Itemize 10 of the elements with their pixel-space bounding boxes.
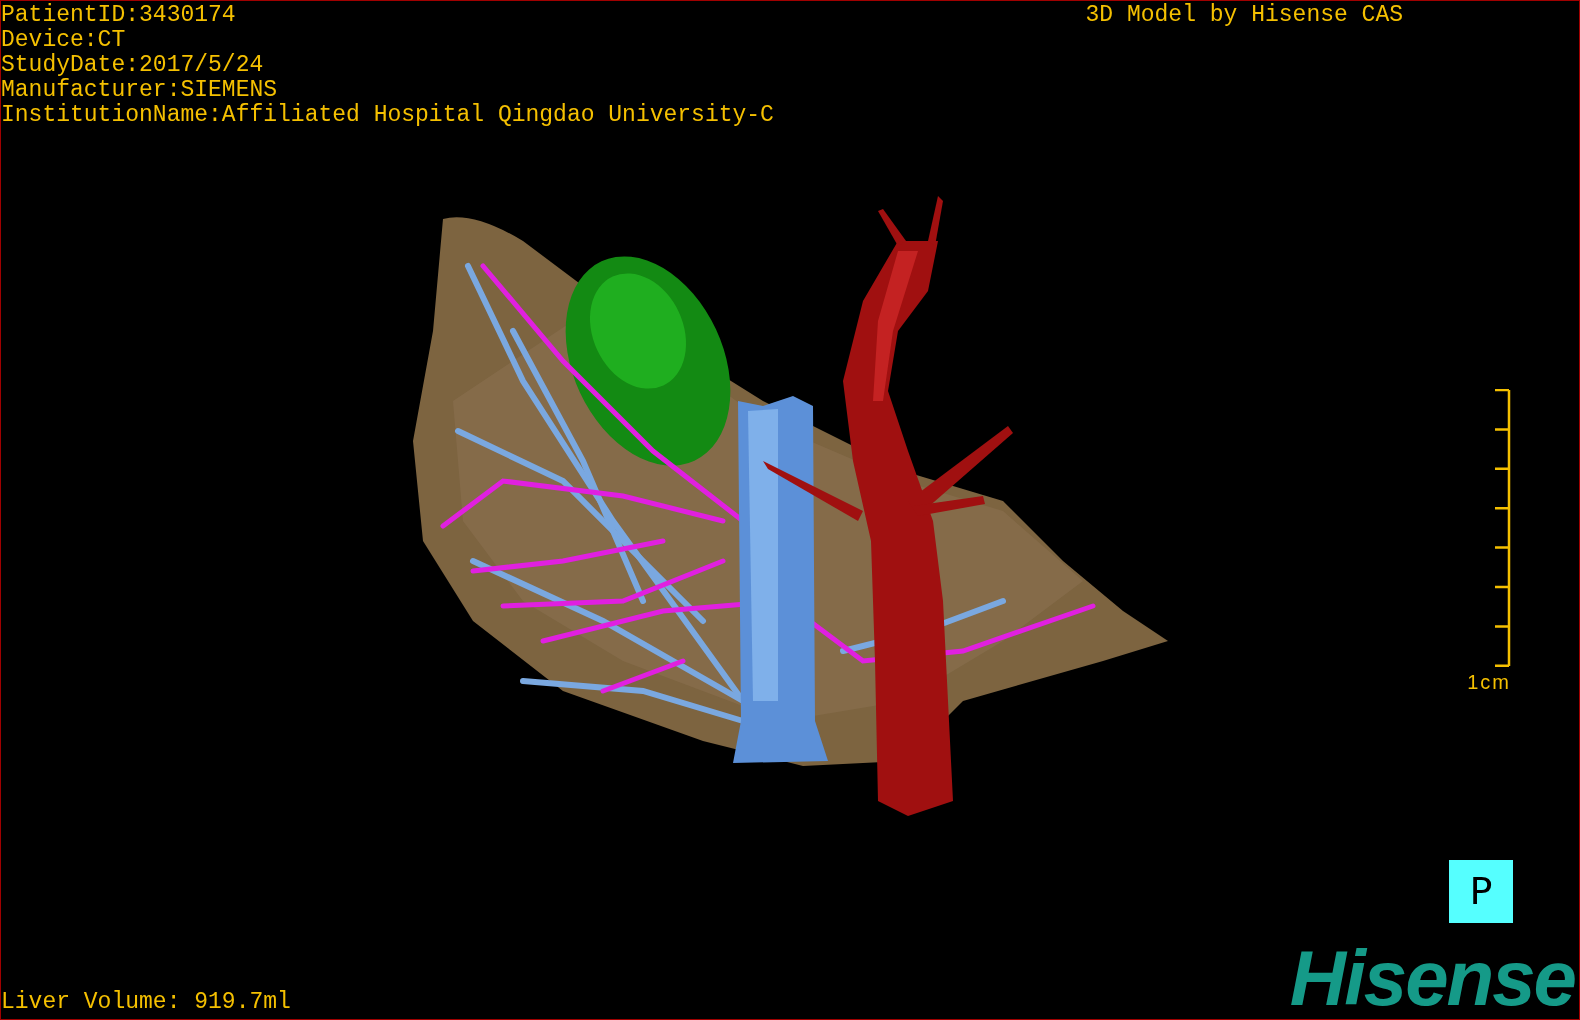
study-info-line: StudyDate:2017/5/24 (1, 53, 265, 78)
orientation-marker: P (1449, 860, 1513, 923)
brand-logo: Hisense (1289, 943, 1575, 1013)
study-info-line: Manufacturer:SIEMENS (1, 78, 279, 103)
study-info-line: PatientID:3430174 (1, 3, 237, 28)
scale-label: 1cm (1467, 671, 1511, 693)
viewer-title: 3D Model by Hisense CAS (1085, 3, 1404, 30)
study-info-line: InstitutionName:Affiliated Hospital Qingdao University-C (1, 103, 774, 128)
liver-volume-text: Liver Volume: 919.7ml (1, 990, 291, 1015)
study-info-line: Device:CT (1, 28, 127, 53)
